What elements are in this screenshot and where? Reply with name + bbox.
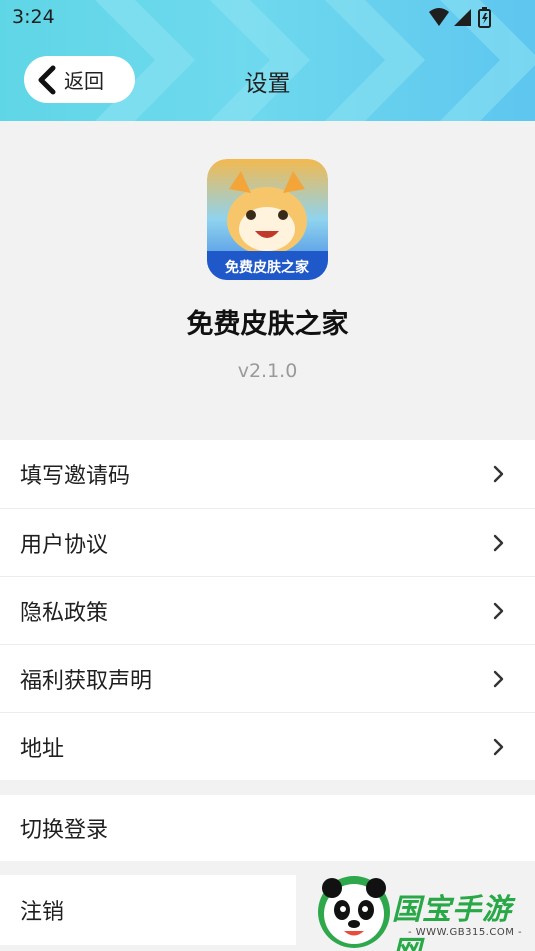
page-title: 设置 <box>244 71 291 97</box>
chevron-right-icon <box>493 465 504 483</box>
chevron-right-icon <box>493 534 504 552</box>
battery-icon <box>478 7 491 28</box>
status-bar: 3:24 <box>0 0 535 36</box>
menu-item-label: 隐私政策 <box>20 600 109 626</box>
app-version: v2.1.0 <box>237 360 298 382</box>
app-name: 免费皮肤之家 <box>186 309 349 340</box>
chevron-right-icon <box>493 602 504 620</box>
app-info-section: 免费皮肤之家 免费皮肤之家 v2.1.0 <box>0 121 535 440</box>
header-bar: 3:24 返回 设置 <box>0 0 535 121</box>
app-icon-caption: 免费皮肤之家 <box>225 259 310 276</box>
app-icon: 免费皮肤之家 <box>207 159 328 280</box>
switch-login-label: 切换登录 <box>20 818 109 843</box>
wifi-icon <box>429 8 449 26</box>
menu-item-label: 用户协议 <box>20 532 109 558</box>
switch-login-button[interactable]: 切换登录 <box>0 795 535 861</box>
menu-item-user-agreement[interactable]: 用户协议 <box>0 508 535 576</box>
logout-button[interactable]: 注销 <box>0 875 296 945</box>
menu-item-label: 填写邀请码 <box>20 464 131 489</box>
menu-item-invite-code[interactable]: 填写邀请码 <box>0 440 535 508</box>
signal-icon <box>454 9 471 26</box>
status-icons <box>429 7 491 28</box>
menu-item-welfare-statement[interactable]: 福利获取声明 <box>0 644 535 712</box>
menu-item-label: 地址 <box>20 736 65 762</box>
menu-item-address[interactable]: 地址 <box>0 712 535 780</box>
menu-item-privacy-policy[interactable]: 隐私政策 <box>0 576 535 644</box>
watermark-url: - WWW.GB315.COM - <box>408 927 523 938</box>
logout-label: 注销 <box>20 900 65 925</box>
chevron-right-icon <box>493 670 504 688</box>
settings-menu: 填写邀请码 用户协议 隐私政策 福利获取声明 地址 <box>0 440 535 780</box>
watermark-brand: 国宝手游网 <box>392 892 513 951</box>
menu-item-label: 福利获取声明 <box>20 668 153 694</box>
chevron-right-icon <box>493 738 504 756</box>
status-time: 3:24 <box>12 6 55 28</box>
